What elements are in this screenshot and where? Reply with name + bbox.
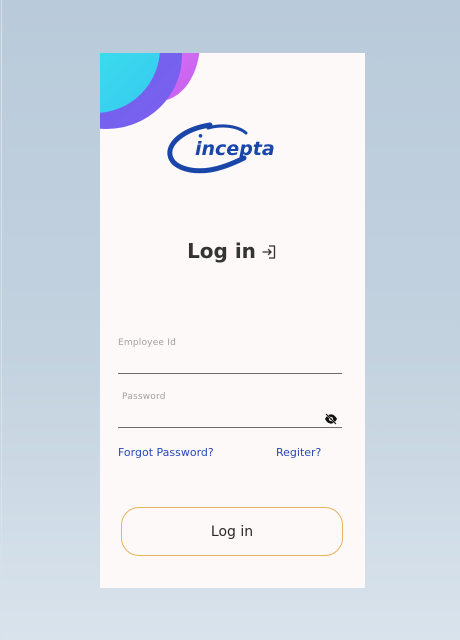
window-edge-line [1, 0, 2, 640]
employee-id-input[interactable] [118, 356, 314, 372]
password-label: Password [122, 392, 166, 402]
password-underline [118, 427, 342, 428]
login-icon [262, 244, 278, 260]
incepta-logo: incepta [166, 121, 281, 181]
login-button[interactable]: Log in [121, 507, 343, 556]
employee-id-field[interactable]: Employee Id [118, 338, 342, 374]
password-input[interactable] [118, 410, 314, 426]
employee-id-label: Employee Id [118, 338, 177, 348]
incepta-logo-mark: incepta [167, 122, 275, 174]
employee-id-underline [118, 373, 342, 374]
eye-off-icon[interactable] [324, 410, 338, 425]
register-link[interactable]: Regiter? [276, 446, 321, 459]
logo-wordmark: incepta [195, 138, 275, 160]
login-screen: incepta Log in Employee Id Password Forg… [100, 53, 365, 588]
password-field[interactable]: Password [118, 392, 342, 428]
forgot-password-link[interactable]: Forgot Password? [118, 446, 214, 459]
page-title-text: Log in [187, 239, 256, 263]
page-title: Log in [100, 235, 365, 267]
